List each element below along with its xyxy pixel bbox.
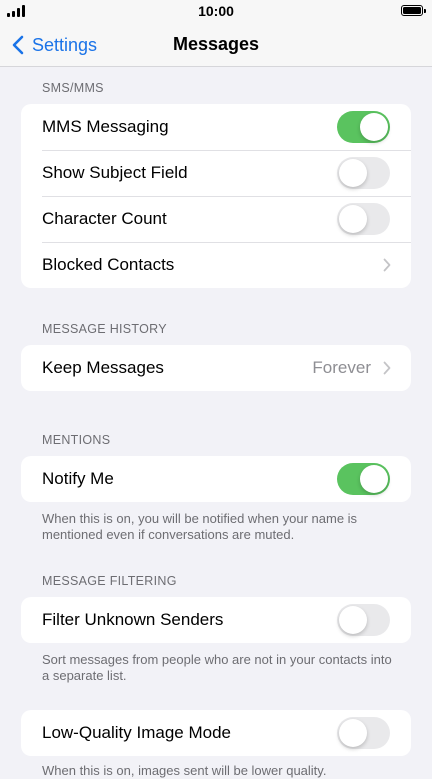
row-show-subject-field[interactable]: Show Subject Field <box>21 150 411 196</box>
row-label: Blocked Contacts <box>42 255 175 274</box>
section-header-message-filtering: MESSAGE FILTERING <box>42 574 177 588</box>
low-quality-image-mode-toggle[interactable] <box>337 717 390 749</box>
mentions-footer: When this is on, you will be notified wh… <box>42 511 358 542</box>
section-header-sms-mms: SMS/MMS <box>42 81 104 95</box>
row-character-count[interactable]: Character Count <box>21 196 411 242</box>
row-notify-me[interactable]: Notify Me <box>21 456 411 502</box>
message-filtering-group: Filter Unknown Senders <box>21 597 411 643</box>
row-label: Keep Messages <box>42 358 164 377</box>
row-filter-unknown-senders[interactable]: Filter Unknown Senders <box>21 597 411 643</box>
row-label: Filter Unknown Senders <box>42 610 224 629</box>
low-quality-footer: When this is on, images sent will be low… <box>42 763 327 778</box>
battery-icon <box>401 5 426 16</box>
notify-me-toggle[interactable] <box>337 463 390 495</box>
message-filtering-footer: Sort messages from people who are not in… <box>42 652 392 683</box>
message-history-group: Keep Messages Forever <box>21 345 411 391</box>
section-header-mentions: MENTIONS <box>42 433 111 447</box>
keep-messages-value: Forever <box>312 358 371 377</box>
mms-messaging-toggle[interactable] <box>337 111 390 143</box>
row-label: Character Count <box>42 209 167 228</box>
chevron-right-icon <box>383 361 391 375</box>
row-label: Notify Me <box>42 469 114 488</box>
row-keep-messages[interactable]: Keep Messages Forever <box>21 345 411 391</box>
row-low-quality-image-mode[interactable]: Low-Quality Image Mode <box>21 710 411 756</box>
navigation-bar: Settings Messages <box>0 24 432 67</box>
low-quality-group: Low-Quality Image Mode <box>21 710 411 756</box>
sms-mms-group: MMS Messaging Show Subject Field Charact… <box>21 104 411 288</box>
row-label: Show Subject Field <box>42 163 188 182</box>
character-count-toggle[interactable] <box>337 203 390 235</box>
row-blocked-contacts[interactable]: Blocked Contacts <box>21 242 411 288</box>
section-header-message-history: MESSAGE HISTORY <box>42 322 167 336</box>
row-label: MMS Messaging <box>42 117 169 136</box>
mentions-group: Notify Me <box>21 456 411 502</box>
page-title: Messages <box>172 34 260 54</box>
row-label: Low-Quality Image Mode <box>42 723 231 742</box>
filter-unknown-senders-toggle[interactable] <box>337 604 390 636</box>
row-mms-messaging[interactable]: MMS Messaging <box>21 104 411 150</box>
status-time: 10:00 <box>198 3 234 19</box>
status-bar: 10:00 <box>0 0 432 24</box>
show-subject-field-toggle[interactable] <box>337 157 390 189</box>
chevron-right-icon <box>383 258 391 272</box>
